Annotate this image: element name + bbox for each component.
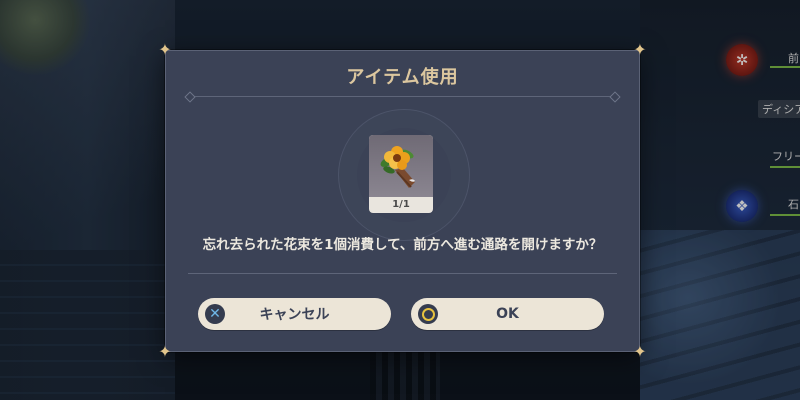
item-use-dialog: ✦ ✦ ✦ ✦ アイテム使用 1/1 忘れ去られた花束を1個消費して、前方へ進む… (158, 42, 646, 360)
cancel-button[interactable]: ✕ キャンセル (198, 298, 391, 330)
title-divider (188, 96, 617, 97)
confirm-message: 忘れ去られた花束を1個消費して、前方へ進む通路を開けますか？ (202, 237, 603, 253)
footer-divider (188, 273, 617, 274)
corner-ornament-icon: ✦ (633, 342, 647, 361)
circle-button-icon (418, 304, 438, 324)
dialog-title: アイテム使用 (346, 67, 459, 88)
corner-ornament-icon: ✦ (633, 40, 647, 59)
flower-bouquet-icon (369, 135, 433, 197)
ok-button[interactable]: OK (411, 298, 604, 330)
corner-ornament-icon: ✦ (158, 342, 172, 361)
ok-button-label: OK (496, 306, 519, 322)
item-count: 1/1 (392, 199, 410, 210)
cancel-button-label: キャンセル (259, 307, 330, 323)
divider-diamond-icon (609, 91, 621, 103)
cross-button-icon: ✕ (205, 304, 225, 324)
corner-ornament-icon: ✦ (158, 40, 172, 59)
divider-diamond-icon (184, 91, 196, 103)
item-card: 1/1 (369, 135, 433, 213)
